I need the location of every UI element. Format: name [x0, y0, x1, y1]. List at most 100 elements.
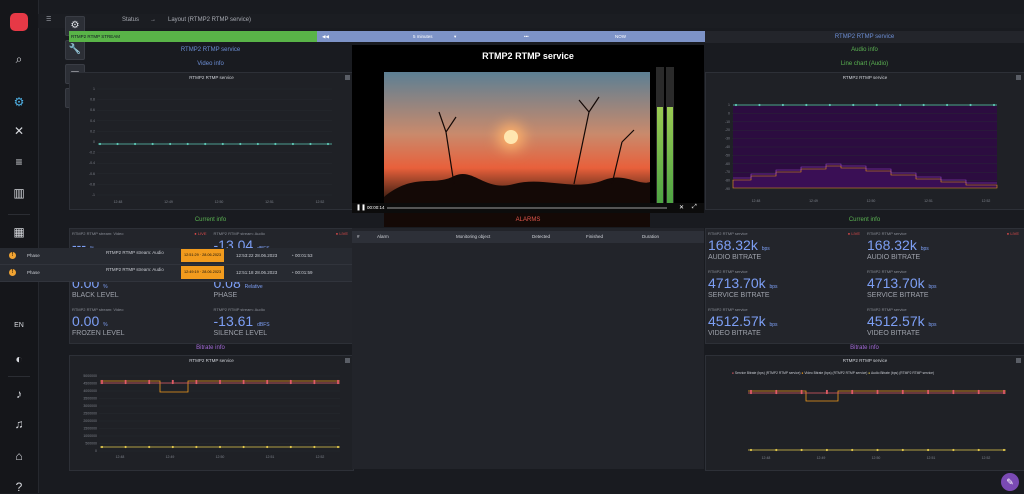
- metric-value: 168.32k bps: [708, 237, 770, 253]
- chart-point: [291, 142, 295, 146]
- chart-point: [927, 448, 930, 452]
- chart-point: [1002, 389, 1006, 393]
- table-header-2[interactable]: Monitoring object: [456, 234, 490, 239]
- axis-tick: -80: [725, 179, 730, 183]
- right-metric-5: RTMP2 RTMP service 4512.57k bps VIDEO BITR…: [867, 306, 1022, 342]
- metric-source: RTMP2 RTMP service: [867, 307, 907, 312]
- bell-icon[interactable]: ♫: [0, 417, 38, 431]
- table-header-0[interactable]: #: [357, 234, 360, 239]
- chart-menu-icon[interactable]: [345, 75, 350, 80]
- chart-point: [851, 448, 854, 452]
- language-selector[interactable]: EN: [0, 322, 38, 329]
- menu-toggle-icon[interactable]: ☰: [46, 16, 51, 23]
- axis-tick: 12:52: [316, 200, 325, 204]
- player-time: 00:00:14: [367, 205, 385, 210]
- axis-tick: -30: [725, 137, 730, 141]
- chart-point: [749, 389, 753, 393]
- chart-point: [927, 391, 930, 395]
- alarm-object: RTMP2 RTMP stream: Audio: [106, 250, 164, 255]
- right-metric-0: RTMP2 RTMP service ● LIVE 168.32k bps AUDIO…: [708, 230, 863, 266]
- chart-point: [242, 445, 245, 449]
- time-range-dropdown-icon[interactable]: ▾: [454, 31, 456, 42]
- chart-point: [825, 389, 828, 393]
- breadcrumb-status[interactable]: Status: [122, 17, 139, 23]
- timeline-more-button[interactable]: •••: [524, 31, 529, 42]
- metric-name: PHASE: [213, 292, 238, 299]
- metric-source: RTMP2 RTMP service: [867, 231, 907, 236]
- chart-point: [852, 103, 855, 107]
- help-icon[interactable]: ?: [0, 480, 38, 494]
- metric-source: RTMP2 RTMP stream: Video: [72, 231, 124, 236]
- table-row[interactable]: ! Phase RTMP2 RTMP stream: Audio 12:51:29 ·…: [0, 248, 352, 265]
- alarm-name: Phase: [27, 253, 40, 258]
- chart-point: [274, 142, 277, 146]
- tools-icon[interactable]: ✕: [0, 124, 38, 138]
- tag-icon[interactable]: ⌂: [0, 449, 38, 463]
- table-header-5[interactable]: Duration: [642, 234, 659, 239]
- table-header-4[interactable]: Finished: [586, 234, 603, 239]
- chart-point: [969, 103, 972, 107]
- right-service-title: RTMP2 RTMP service: [834, 34, 895, 40]
- axis-tick: 12:52: [982, 199, 991, 203]
- chart-point: [977, 448, 980, 452]
- table-header-3[interactable]: Detected: [532, 234, 550, 239]
- sound-icon[interactable]: ♪: [0, 387, 38, 401]
- audio-chart-panel: RTMP2 RTMP service 1 0 -10 -20 -30 -40 -50 -60 -…: [705, 72, 1024, 210]
- axis-tick: 1: [93, 87, 95, 91]
- axis-tick: 4500000: [83, 382, 97, 386]
- table-row[interactable]: ! Phase RTMP2 RTMP stream: Audio 12:49:19 ·…: [0, 265, 352, 282]
- left-metrics-panel: RTMP2 RTMP stream: Video● LIVE--- %ARTEF…: [69, 228, 354, 344]
- stream-timeline-bar[interactable]: RTMP2 RTMP STREAM: [69, 31, 317, 42]
- video-player[interactable]: RTMP2 RTMP service ❚❚ 00:00:14 ✕ ⤢: [352, 45, 704, 227]
- edit-button[interactable]: ✎: [1001, 473, 1019, 491]
- axis-tick: 12:49: [164, 200, 173, 204]
- legend-service[interactable]: Service Bitrate (bps) (RTMP2 RTMP servic…: [735, 371, 801, 375]
- chart-point: [124, 445, 127, 449]
- axis-tick: 12:52: [982, 456, 991, 460]
- audio-chart-title: RTMP2 RTMP service: [842, 75, 888, 80]
- now-button[interactable]: NOW: [615, 31, 626, 42]
- chart-point: [952, 391, 955, 395]
- legend-audio[interactable]: Audio Bitrate (bps) (RTMP2 RTMP service): [871, 371, 934, 375]
- metric-value: -13.61 dBFS: [213, 313, 270, 329]
- video-info-panel: RTMP2 RTMP service 1 0.8 0.6 0.4 0.2 0 -0.2 -0.…: [69, 72, 354, 210]
- axis-tick: 12:49: [809, 199, 818, 203]
- theme-toggle-icon[interactable]: ◐: [0, 352, 38, 366]
- chart-point: [195, 381, 198, 385]
- chart-menu-icon[interactable]: [1016, 358, 1021, 363]
- live-badge: ● LIVE: [335, 231, 348, 236]
- play-pause-button[interactable]: ❚❚: [356, 204, 366, 211]
- right-metric-4: RTMP2 RTMP service 4512.57k bps VIDEO BITR…: [708, 306, 863, 342]
- chart-point: [100, 379, 104, 383]
- chart-point: [100, 381, 104, 385]
- left-metric-4: RTMP2 RTMP stream: Video 0.00 % FROZEN LEV…: [72, 306, 210, 342]
- chart-point: [266, 381, 269, 385]
- time-range-select[interactable]: 5 minutes: [413, 31, 433, 42]
- monitoring-icon[interactable]: ⚙: [0, 95, 38, 109]
- axis-tick: 3000000: [83, 404, 97, 408]
- layout-icon[interactable]: ▦: [0, 225, 38, 239]
- audio-meter-right: [666, 67, 674, 207]
- chart-point: [313, 379, 316, 383]
- chart-point: [876, 391, 879, 395]
- table-header-1[interactable]: Alarm: [377, 234, 389, 239]
- chart-point: [800, 391, 803, 395]
- search-icon[interactable]: ⌕: [0, 52, 38, 67]
- player-progress[interactable]: [387, 207, 667, 209]
- fullscreen-icon[interactable]: ⤢: [692, 204, 697, 211]
- alarm-name: Phase: [27, 270, 40, 275]
- axis-tick: -60: [725, 162, 730, 166]
- app-logo[interactable]: [10, 13, 28, 31]
- mute-icon[interactable]: ✕: [679, 204, 684, 211]
- player-controls: ❚❚ 00:00:14 ✕ ⤢: [352, 203, 704, 213]
- chart-point: [775, 391, 778, 395]
- rewind-button[interactable]: ◀◀: [322, 31, 329, 42]
- chart-menu-icon[interactable]: [1016, 75, 1021, 80]
- chart-icon[interactable]: ▥: [0, 186, 38, 200]
- chart-point: [221, 142, 224, 146]
- chart-menu-icon[interactable]: [345, 358, 350, 363]
- metric-value: 4713.70k bps: [708, 275, 778, 291]
- chart-point: [266, 379, 269, 383]
- legend-video[interactable]: Video Bitrate (bps) (RTMP2 RTMP service): [804, 371, 867, 375]
- database-icon[interactable]: ≡: [0, 155, 38, 169]
